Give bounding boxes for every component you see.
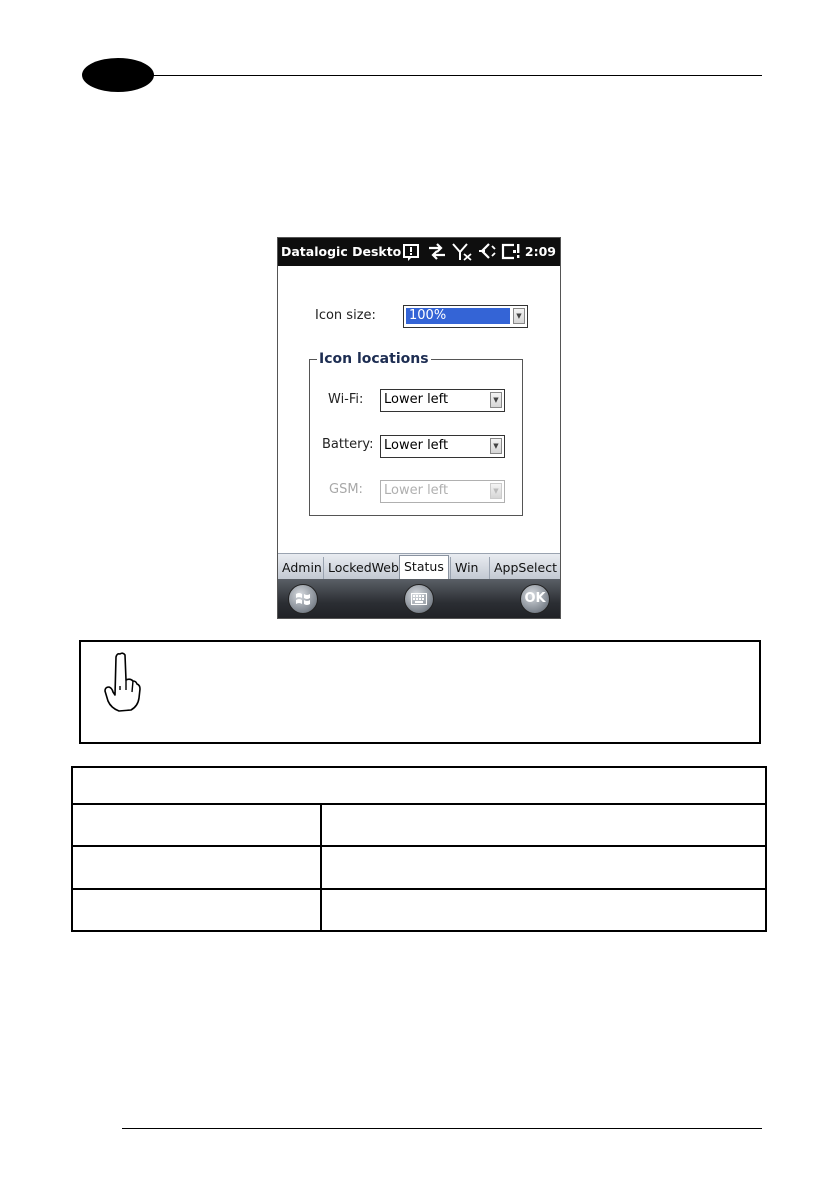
- header-rule: [150, 75, 762, 76]
- no-signal-icon[interactable]: [451, 242, 473, 261]
- icon-locations-title: Icon locations: [317, 351, 431, 367]
- gsm-location-value: Lower left: [384, 483, 449, 498]
- icon-size-value: 100%: [406, 308, 510, 324]
- tab-lockedweb[interactable]: LockedWeb: [323, 557, 403, 579]
- table-row-divider: [73, 803, 765, 805]
- tab-appselect[interactable]: AppSelect: [489, 557, 560, 579]
- keyboard-button[interactable]: [404, 584, 434, 614]
- tab-bar: Admin LockedWeb Status Win AppSelect: [278, 553, 560, 580]
- speaker-muted-icon[interactable]: [477, 242, 497, 261]
- status-bar-clock[interactable]: 2:09: [525, 244, 556, 259]
- chevron-down-icon[interactable]: ▼: [513, 308, 525, 324]
- soft-key-bar: OK: [278, 579, 560, 618]
- icon-size-dropdown[interactable]: 100% ▼: [403, 305, 528, 328]
- info-table: [71, 766, 767, 932]
- table-column-divider: [320, 805, 322, 930]
- start-button[interactable]: [288, 584, 318, 614]
- table-row-divider: [73, 845, 765, 847]
- wifi-location-dropdown[interactable]: Lower left ▼: [380, 389, 505, 412]
- battery-location-value: Lower left: [384, 438, 449, 453]
- battery-label: Battery:: [322, 437, 374, 452]
- battery-location-dropdown[interactable]: Lower left ▼: [380, 435, 505, 458]
- wifi-label: Wi-Fi:: [328, 392, 364, 407]
- ok-button[interactable]: OK: [520, 584, 550, 614]
- gsm-label: GSM:: [329, 482, 363, 497]
- device-screenshot: Datalogic Deskto 2:09 Icon size: 100% ▼ …: [277, 237, 561, 619]
- notification-icon[interactable]: [402, 242, 422, 261]
- gsm-location-dropdown[interactable]: Lower left ▼: [380, 480, 505, 503]
- chapter-marker: [82, 58, 154, 92]
- chevron-down-icon[interactable]: ▼: [490, 483, 502, 499]
- table-row-divider: [73, 888, 765, 890]
- battery-charging-icon[interactable]: [500, 242, 522, 261]
- pointing-hand-icon: [104, 652, 141, 712]
- tab-status[interactable]: Status: [399, 555, 449, 580]
- keyboard-icon: [410, 592, 428, 606]
- windows-logo-icon: [296, 593, 310, 605]
- sync-arrows-icon[interactable]: [427, 242, 447, 261]
- wifi-location-value: Lower left: [384, 392, 449, 407]
- chevron-down-icon[interactable]: ▼: [490, 392, 502, 408]
- status-bar-title[interactable]: Datalogic Deskto: [281, 244, 401, 259]
- note-box: [79, 640, 761, 744]
- footer-rule: [122, 1128, 762, 1129]
- chevron-down-icon[interactable]: ▼: [490, 438, 502, 454]
- icon-size-label: Icon size:: [315, 308, 376, 323]
- tab-admin[interactable]: Admin: [278, 557, 326, 579]
- status-bar: Datalogic Deskto 2:09: [278, 238, 560, 266]
- tab-win[interactable]: Win: [450, 557, 482, 579]
